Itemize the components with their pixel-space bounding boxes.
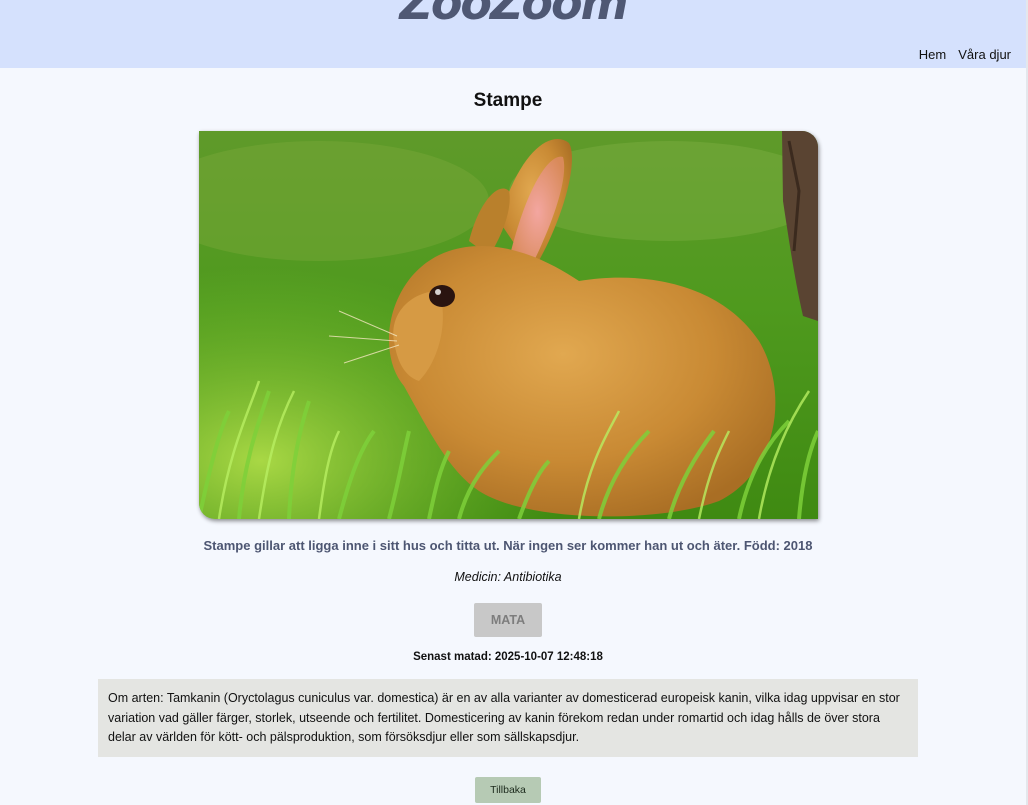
species-info: Om arten: Tamkanin (Oryctolagus cuniculu… [98,679,918,757]
back-button[interactable]: Tillbaka [475,777,541,803]
animal-photo [199,131,818,519]
logo-text: ZooZoom [399,0,628,22]
site-header: ZooZoom Hem Våra djur [0,0,1026,68]
main-nav: Hem Våra djur [919,47,1011,62]
feed-button[interactable]: MATA [474,603,542,637]
animal-description: Stampe gillar att ligga inne i sitt hus … [203,538,813,553]
animal-name: Stampe [473,90,543,111]
rabbit-illustration [199,131,818,519]
nav-link-animals[interactable]: Våra djur [958,47,1011,62]
animal-medicine: Medicin: Antibiotika [454,570,562,584]
nav-link-home[interactable]: Hem [919,47,946,62]
logo[interactable]: ZooZoom [0,0,1026,22]
last-fed-timestamp: Senast matad: 2025-10-07 12:48:18 [413,651,603,663]
